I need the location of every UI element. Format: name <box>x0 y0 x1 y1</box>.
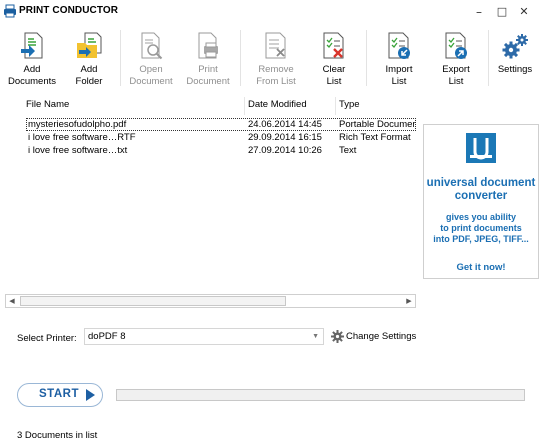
clear-list-button[interactable]: Clear List <box>306 28 362 90</box>
maximize-button[interactable]: □ <box>492 3 512 21</box>
print-document-icon <box>198 32 218 59</box>
column-divider[interactable] <box>244 97 245 115</box>
open-document-label: Open Document <box>129 64 173 87</box>
ad-title: universal document converter <box>426 177 536 202</box>
import-list-button[interactable]: Import List <box>371 28 427 90</box>
toolbar-separator <box>120 30 121 86</box>
clear-list-label: Clear List <box>322 64 346 87</box>
close-button[interactable]: ✕ <box>514 3 534 21</box>
open-document-button[interactable]: Open Document <box>123 28 179 90</box>
scrollbar-thumb[interactable] <box>20 296 286 306</box>
remove-from-list-button[interactable]: Remove From List <box>248 28 304 90</box>
column-header-type[interactable]: Type <box>339 99 360 110</box>
type-cell: Portable Documer <box>339 119 416 130</box>
type-cell: Rich Text Format <box>339 132 411 143</box>
settings-label: Settings <box>497 64 533 75</box>
column-header-date-modified[interactable]: Date Modified <box>248 99 307 110</box>
start-label: START <box>39 388 79 400</box>
change-settings-label: Change Settings <box>346 331 417 342</box>
date-modified-cell: 29.09.2014 16:15 <box>248 132 322 143</box>
status-text: 3 Documents in list <box>17 430 98 441</box>
add-folder-icon <box>77 32 102 58</box>
app-title: PRINT CONDUCTOR <box>19 5 119 16</box>
ad-get-it-now-link[interactable]: Get it now! <box>424 262 538 273</box>
date-modified-cell: 27.09.2014 10:26 <box>248 145 322 156</box>
open-document-icon <box>141 32 163 60</box>
horizontal-scrollbar[interactable]: ◀ ▶ <box>5 294 416 308</box>
udc-logo-icon <box>466 133 496 163</box>
minimize-button[interactable]: – <box>469 3 489 21</box>
ad-text: gives you ability to print documents int… <box>433 212 529 244</box>
column-divider[interactable] <box>335 97 336 115</box>
printer-select[interactable]: doPDF 8 ▼ <box>84 328 324 345</box>
toolbar-separator <box>488 30 489 86</box>
toolbar-separator <box>366 30 367 86</box>
remove-from-list-icon <box>265 32 286 59</box>
scroll-right-icon[interactable]: ▶ <box>403 295 415 307</box>
add-documents-label: Add Documents <box>7 64 57 87</box>
import-list-label: Import List <box>385 64 413 87</box>
remove-from-list-label: Remove From List <box>256 64 296 87</box>
export-list-label: Export List <box>442 64 470 87</box>
column-header-file-name[interactable]: File Name <box>26 99 69 110</box>
table-row[interactable]: i love free software…RTF 29.09.2014 16:1… <box>26 131 416 144</box>
title-bar: PRINT CONDUCTOR – □ ✕ <box>0 0 540 24</box>
add-folder-button[interactable]: Add Folder <box>61 28 117 90</box>
import-list-icon <box>388 32 410 59</box>
play-icon <box>86 389 95 401</box>
toolbar: Add Documents Add Folder Open Document P… <box>0 28 540 92</box>
file-name-cell: i love free software…txt <box>28 145 128 156</box>
printer-select-value: doPDF 8 <box>88 331 126 342</box>
select-printer-label: Select Printer: <box>17 333 77 344</box>
udc-advertisement[interactable]: universal document converter gives you a… <box>423 124 539 279</box>
add-documents-icon <box>21 32 43 59</box>
export-list-button[interactable]: Export List <box>428 28 484 90</box>
add-documents-button[interactable]: Add Documents <box>4 28 60 90</box>
settings-button[interactable]: Settings <box>490 28 540 90</box>
start-button[interactable]: START <box>17 383 103 407</box>
toolbar-separator <box>240 30 241 86</box>
table-row[interactable]: i love free software…txt 27.09.2014 10:2… <box>26 144 416 157</box>
chevron-down-icon[interactable]: ▼ <box>312 329 319 344</box>
scroll-left-icon[interactable]: ◀ <box>6 295 18 307</box>
file-list[interactable]: File Name Date Modified Type mysteriesof… <box>5 97 416 307</box>
printer-app-icon <box>4 4 16 18</box>
gear-icon <box>331 330 344 343</box>
clear-list-icon <box>323 32 344 59</box>
progress-bar <box>116 389 525 401</box>
file-name-cell: mysteriesofudolpho.pdf <box>28 119 127 130</box>
type-cell: Text <box>339 145 357 156</box>
print-document-label: Print Document <box>186 64 230 87</box>
table-row[interactable]: mysteriesofudolpho.pdf 24.06.2014 14:45 … <box>26 118 416 131</box>
export-list-icon <box>445 32 467 59</box>
print-document-button[interactable]: Print Document <box>180 28 236 90</box>
add-folder-label: Add Folder <box>75 64 103 87</box>
file-name-cell: i love free software…RTF <box>28 132 136 143</box>
date-modified-cell: 24.06.2014 14:45 <box>248 119 322 130</box>
settings-gears-icon <box>502 34 528 59</box>
